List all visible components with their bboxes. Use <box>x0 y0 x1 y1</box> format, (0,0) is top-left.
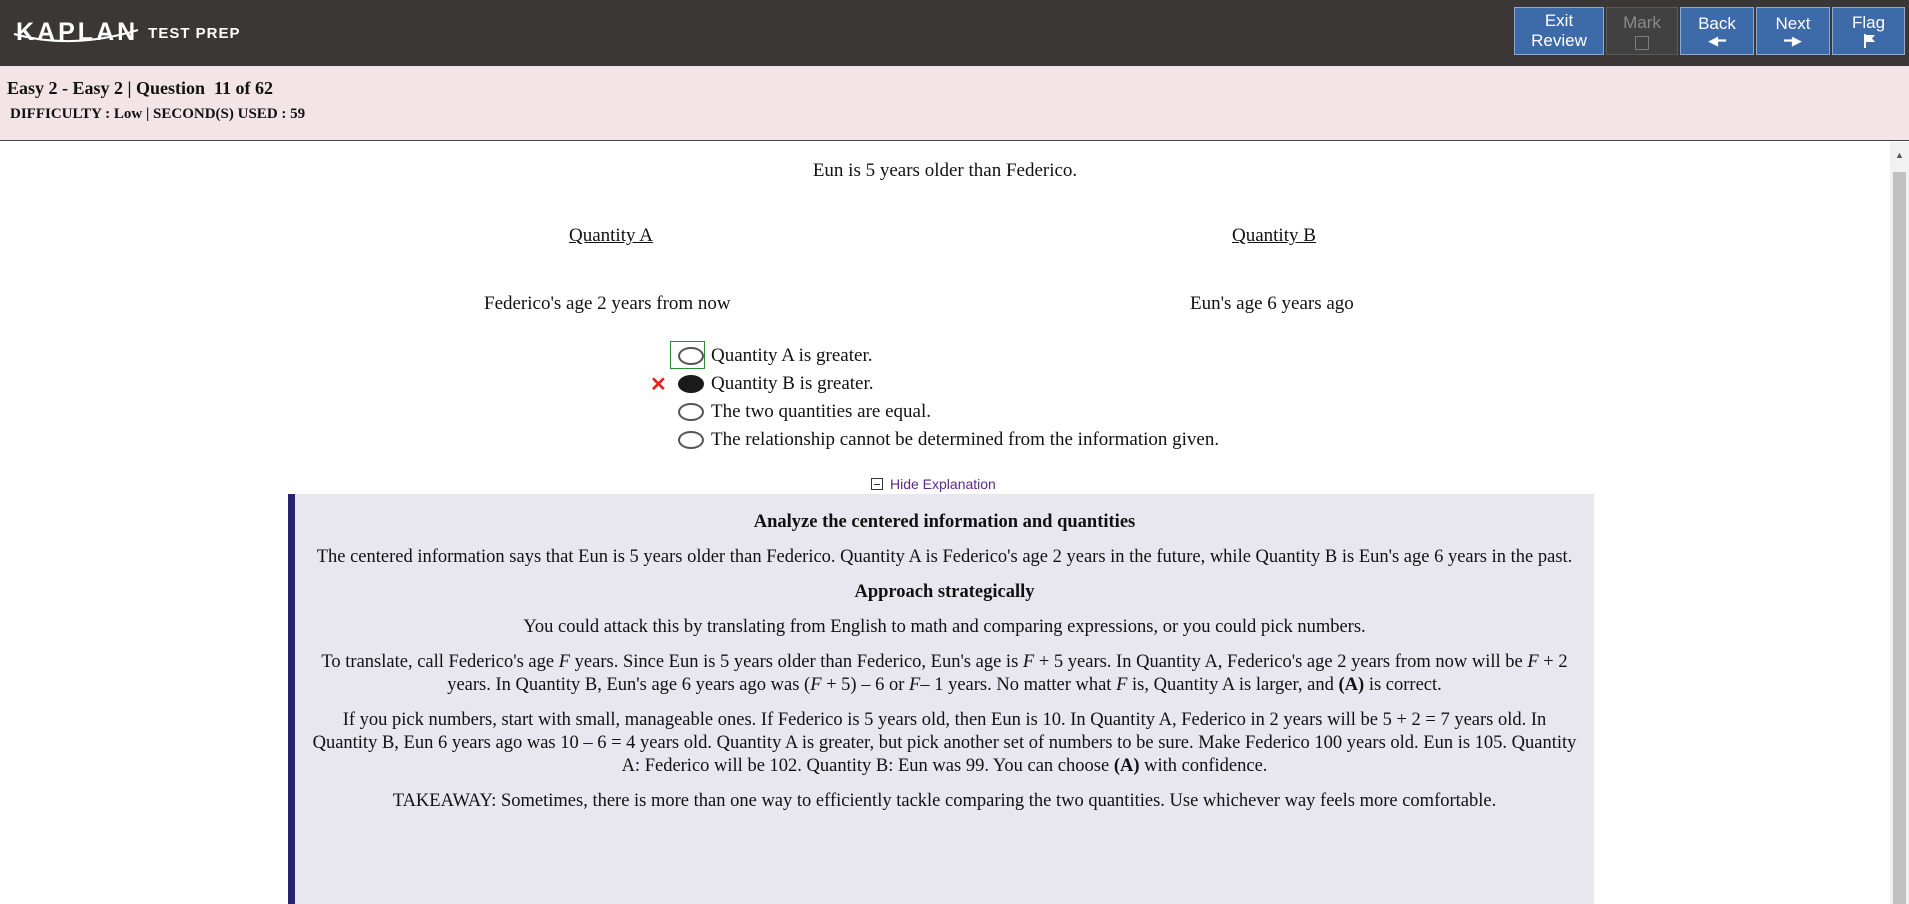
arrow-right-icon: ━▶ <box>1784 33 1802 48</box>
question-stem: Eun is 5 years older than Federico. <box>812 160 1078 181</box>
quantity-b-heading: Quantity B <box>1232 225 1316 246</box>
top-toolbar: KAPLAN TEST PREP Exit Review Mark Back ◀… <box>0 0 1909 66</box>
logo-swoosh-icon <box>13 29 139 43</box>
text-run: If you pick numbers, start with small, m… <box>312 710 1577 776</box>
answer-choices: Quantity A is greater. ✕ Quantity B is g… <box>650 341 1219 454</box>
question-header: Easy 2 - Easy 2 | Question 11 of 62 DIFF… <box>0 66 1909 141</box>
hide-explanation-label: Hide Explanation <box>890 476 996 492</box>
radio-button[interactable] <box>678 403 704 421</box>
mark-label: Mark <box>1623 12 1661 32</box>
question-title: Easy 2 - Easy 2 | Question 11 of 62 <box>7 78 273 98</box>
scrollbar-thumb[interactable] <box>1893 172 1906 904</box>
exit-review-button[interactable]: Exit Review <box>1514 7 1604 55</box>
answer-choice[interactable]: Quantity A is greater. <box>650 341 1219 370</box>
vertical-scrollbar[interactable]: ▲ <box>1890 142 1909 904</box>
mark-button[interactable]: Mark <box>1606 7 1678 55</box>
radio-button[interactable] <box>678 347 704 365</box>
answer-letter: (A) <box>1113 756 1140 776</box>
text-run: is, Quantity A is larger, and <box>1127 675 1339 695</box>
hide-explanation-toggle[interactable]: Hide Explanation <box>871 476 996 492</box>
variable-f: F <box>1116 675 1128 695</box>
choice-text: Quantity B is greater. <box>711 373 874 394</box>
variable-f: F <box>558 652 571 672</box>
answer-choice[interactable]: The relationship cannot be determined fr… <box>650 426 1219 454</box>
quantity-b-value: Eun's age 6 years ago <box>1190 293 1354 314</box>
explanation-heading: Approach strategically <box>854 582 1035 602</box>
arrow-left-icon: ◀━ <box>1708 33 1726 48</box>
explanation-panel: Analyze the centered information and qua… <box>288 494 1594 904</box>
mark-checkbox[interactable] <box>1635 35 1649 50</box>
text-run: years. Since Eun is 5 years older than F… <box>570 652 1023 672</box>
next-label: Next <box>1775 14 1811 33</box>
navigation-buttons: Exit Review Mark Back ◀━ Next ━▶ Flag <box>1514 7 1909 55</box>
incorrect-x-icon: ✕ <box>650 373 667 396</box>
explanation-heading: Analyze the centered information and qua… <box>753 512 1136 532</box>
question-meta: DIFFICULTY : Low | SECOND(S) USED : 59 <box>10 106 306 122</box>
variable-f: F <box>909 675 921 695</box>
choice-text: Quantity A is greater. <box>711 345 873 366</box>
flag-label: Flag <box>1851 13 1886 32</box>
exit-review-label-1: Exit <box>1544 11 1574 30</box>
kaplan-logo: KAPLAN TEST PREP <box>13 8 241 56</box>
flag-icon <box>1863 34 1875 48</box>
text-run: with confidence. <box>1139 756 1268 776</box>
answer-choice[interactable]: The two quantities are equal. <box>650 398 1219 426</box>
text-run: is correct. <box>1364 675 1442 695</box>
quantity-a-value: Federico's age 2 years from now <box>484 293 731 314</box>
answer-letter: (A) <box>1338 675 1365 695</box>
variable-f: F <box>1022 652 1035 672</box>
explanation-paragraph: The centered information says that Eun i… <box>316 547 1573 567</box>
variable-f: F <box>1527 652 1539 672</box>
back-button[interactable]: Back ◀━ <box>1680 7 1754 55</box>
explanation-paragraph: If you pick numbers, start with small, m… <box>309 709 1580 778</box>
exit-review-label-2: Review <box>1531 31 1587 50</box>
explanation-takeaway: TAKEAWAY: Sometimes, there is more than … <box>392 791 1497 811</box>
back-label: Back <box>1698 14 1736 33</box>
logo-subtitle: TEST PREP <box>148 24 241 42</box>
scroll-up-arrow-icon[interactable]: ▲ <box>1895 150 1904 160</box>
choice-text: The relationship cannot be determined fr… <box>711 429 1220 450</box>
text-run: To translate, call Federico's age <box>321 652 559 672</box>
radio-button-selected[interactable] <box>678 375 704 393</box>
next-button[interactable]: Next ━▶ <box>1756 7 1830 55</box>
flag-button[interactable]: Flag <box>1832 7 1905 55</box>
answer-choice[interactable]: ✕ Quantity B is greater. <box>650 370 1219 398</box>
text-run: – 1 years. No matter what <box>920 675 1117 695</box>
collapse-icon <box>871 478 883 490</box>
explanation-paragraph: To translate, call Federico's age F year… <box>309 651 1580 697</box>
choice-text: The two quantities are equal. <box>711 401 932 422</box>
text-run: + 5) – 6 or <box>821 675 910 695</box>
explanation-paragraph: You could attack this by translating fro… <box>523 617 1366 637</box>
question-content: Eun is 5 years older than Federico. Quan… <box>0 142 1890 904</box>
radio-button[interactable] <box>678 431 704 449</box>
quantity-a-heading: Quantity A <box>569 225 653 246</box>
text-run: + 5 years. In Quantity A, Federico's age… <box>1034 652 1528 672</box>
variable-f: F <box>810 675 822 695</box>
